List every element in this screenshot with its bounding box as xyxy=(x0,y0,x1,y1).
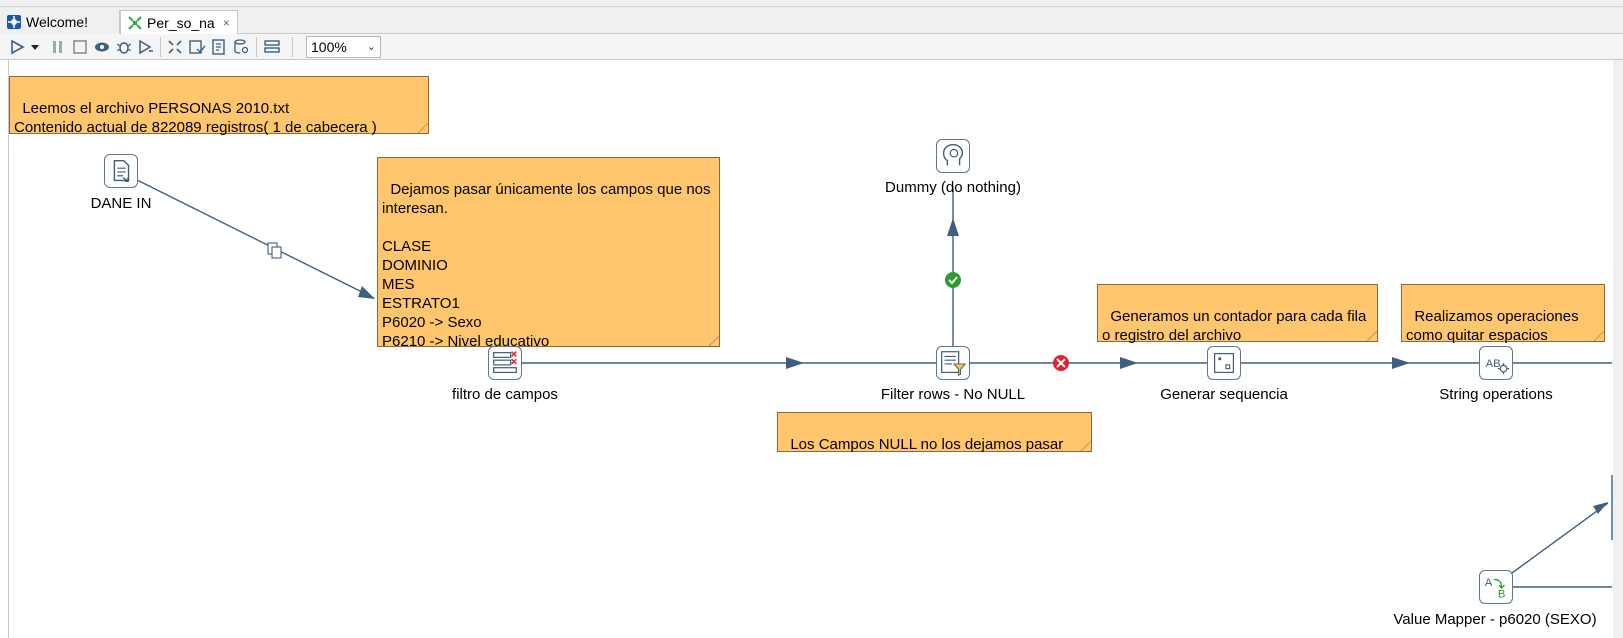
transformation-icon xyxy=(128,16,142,30)
replay-icon[interactable] xyxy=(137,38,155,56)
transformation-canvas[interactable] xyxy=(8,60,1623,638)
toolbar-separator xyxy=(160,37,161,57)
step-dane-in[interactable] xyxy=(104,154,138,188)
note-contador-text: Generamos un contador para cada fila o r… xyxy=(1102,308,1371,344)
transformation-toolbar: 100% ⌄ xyxy=(0,34,1623,60)
tab-per-so-na[interactable]: Per_so_na × xyxy=(120,10,238,35)
zoom-value: 100% xyxy=(311,39,347,55)
step-value-mapper[interactable]: A B xyxy=(1479,570,1513,604)
step-filtro-de-campos-label: filtro de campos xyxy=(452,386,558,403)
step-generar-sequencia-label: Generar sequencia xyxy=(1160,386,1288,403)
step-value-mapper-label: Value Mapper - p6020 (SEXO) xyxy=(1393,611,1597,628)
note-fold xyxy=(1081,441,1091,451)
filter-rows-icon xyxy=(941,351,967,376)
step-filter-rows[interactable] xyxy=(936,346,970,380)
note-filtro[interactable]: Dejamos pasar únicamente los campos que … xyxy=(377,157,720,350)
step-filter-rows-label: Filter rows - No NULL xyxy=(880,386,1026,403)
toolbar-separator xyxy=(256,37,257,57)
note-operaciones-text: Realizamos operaciones como quitar espac… xyxy=(1406,308,1583,344)
tab-welcome-label: Welcome! xyxy=(26,14,88,30)
note-operaciones[interactable]: Realizamos operaciones como quitar espac… xyxy=(1401,284,1605,344)
svg-text:A: A xyxy=(1485,577,1493,589)
select-values-icon xyxy=(493,351,517,374)
editor-tab-bar: Welcome! Per_so_na × xyxy=(0,0,1623,35)
tabbar-top-border xyxy=(0,6,1623,7)
value-mapper-icon: A B xyxy=(1485,577,1506,600)
note-fold xyxy=(709,336,719,346)
text-file-input-icon xyxy=(113,159,130,182)
run-icon[interactable] xyxy=(8,38,26,56)
tab-welcome[interactable]: Welcome! xyxy=(0,10,120,34)
verify-icon[interactable] xyxy=(166,38,184,56)
preview-icon[interactable] xyxy=(93,38,111,56)
step-dane-in-label: DANE IN xyxy=(90,195,152,212)
tab-per-so-na-label: Per_so_na xyxy=(147,15,215,31)
step-dummy-label: Dummy (do nothing) xyxy=(885,179,1021,196)
impact-icon[interactable] xyxy=(188,38,206,56)
run-dropdown-icon[interactable] xyxy=(29,38,41,56)
note-nulls-text: Los Campos NULL no los dejamos pasar xyxy=(790,436,1064,453)
step-string-operations-label: String operations xyxy=(1439,386,1553,403)
note-personas-text: Leemos el archivo PERSONAS 2010.txt Cont… xyxy=(14,100,377,136)
step-generar-sequencia[interactable] xyxy=(1207,346,1241,380)
show-results-icon[interactable] xyxy=(263,38,281,56)
add-sequence-icon xyxy=(1213,352,1235,374)
note-personas[interactable]: Leemos el archivo PERSONAS 2010.txt Cont… xyxy=(9,76,429,136)
svg-text:B: B xyxy=(1498,588,1506,600)
step-string-operations[interactable]: AB xyxy=(1479,346,1513,380)
welcome-icon xyxy=(7,15,21,29)
close-tab-icon[interactable]: × xyxy=(223,16,230,30)
note-fold xyxy=(1367,331,1377,341)
toolbar-separator xyxy=(292,37,293,57)
dummy-icon xyxy=(942,143,964,166)
explore-db-icon[interactable] xyxy=(232,38,250,56)
step-dummy[interactable] xyxy=(936,139,970,173)
string-operations-icon: AB xyxy=(1486,358,1510,375)
step-filtro-de-campos[interactable] xyxy=(488,346,522,380)
chevron-down-icon: ⌄ xyxy=(366,41,376,53)
debug-icon[interactable] xyxy=(115,38,133,56)
zoom-select[interactable]: 100% ⌄ xyxy=(306,36,381,58)
pause-icon[interactable] xyxy=(49,38,67,56)
note-filtro-text: Dejamos pasar únicamente los campos que … xyxy=(382,181,711,350)
note-nulls[interactable]: Los Campos NULL no los dejamos pasar xyxy=(777,412,1092,453)
note-contador[interactable]: Generamos un contador para cada fila o r… xyxy=(1097,284,1378,344)
stop-icon[interactable] xyxy=(71,38,89,56)
note-fold xyxy=(1594,331,1604,341)
sql-icon[interactable] xyxy=(210,38,228,56)
note-fold xyxy=(418,123,428,133)
svg-text:AB: AB xyxy=(1486,358,1501,370)
vertical-scrollbar[interactable] xyxy=(1613,60,1623,638)
